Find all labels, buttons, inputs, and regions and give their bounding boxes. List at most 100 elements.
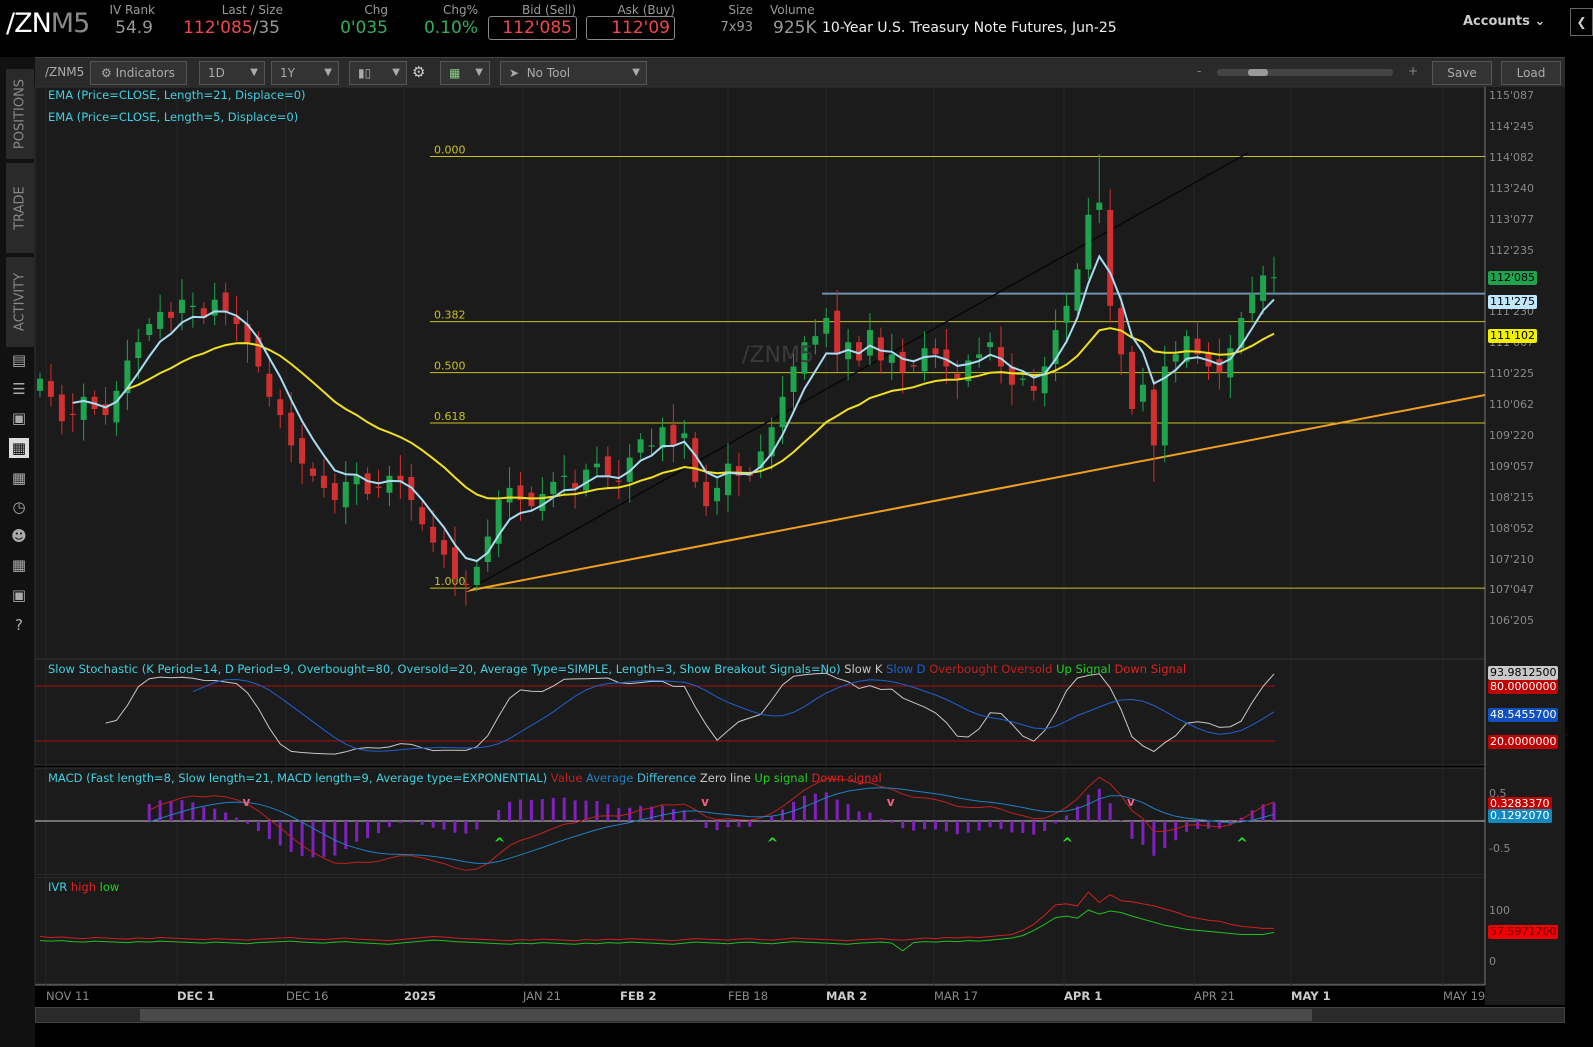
stochastic-legend-item: Up Signal	[1052, 662, 1111, 676]
macd-legend-item: Difference	[633, 771, 697, 785]
candle-up	[113, 390, 120, 423]
candle-up	[1063, 305, 1070, 323]
candle-down	[364, 473, 371, 494]
candle-up	[714, 487, 721, 502]
price-axis-label: 109'220	[1489, 428, 1535, 442]
candle-down	[932, 348, 939, 355]
date-axis-label: NOV 11	[46, 989, 90, 1003]
scrollbar-thumb[interactable]	[140, 1009, 1312, 1021]
candle-up	[1139, 384, 1146, 402]
candle-down	[1129, 351, 1136, 410]
ema21-tag: 111'102	[1488, 329, 1538, 343]
date-axis-label: JAN 21	[523, 989, 561, 1003]
down-signal-icon: v	[887, 795, 895, 809]
candle-down	[899, 351, 906, 373]
horizontal-scrollbar[interactable]	[35, 1007, 1565, 1023]
candle-up	[386, 475, 393, 493]
candle-down	[451, 547, 458, 579]
candle-up	[146, 324, 153, 335]
stochastic-legend-item: Slow D	[882, 662, 926, 676]
candle-down	[310, 468, 317, 476]
candle-down	[1008, 366, 1015, 385]
down-signal-icon: v	[242, 795, 250, 809]
price-axis-label: 107'047	[1489, 583, 1535, 597]
candle-up	[1019, 378, 1026, 380]
ivr-axis-label: 100	[1489, 904, 1510, 917]
candle-down	[168, 311, 175, 318]
candle-down	[69, 413, 76, 416]
macd-legend-item: Average	[582, 771, 634, 785]
macd-legend-item: Zero line	[696, 771, 751, 785]
candle-down	[1216, 359, 1223, 373]
candle-up	[724, 463, 731, 496]
candle-up	[681, 433, 688, 439]
price-axis-label: 108'052	[1489, 521, 1535, 535]
candle-down	[834, 310, 841, 355]
candle-down	[375, 486, 382, 488]
candle-down	[331, 483, 338, 501]
price-axis-label: 107'210	[1489, 552, 1535, 566]
candle-up	[189, 305, 196, 308]
up-signal-icon: ^	[494, 836, 506, 852]
fib-label: 0.500	[434, 360, 466, 373]
candle-down	[419, 507, 426, 525]
pane-ivr	[34, 876, 1486, 985]
candle-up	[550, 481, 557, 494]
price-axis-label: 106'205	[1489, 614, 1535, 628]
candle-down	[1150, 389, 1157, 446]
candle-down	[58, 394, 65, 422]
price-axis-label: 114'245	[1489, 119, 1535, 133]
slow-d-tag: 48.5455700	[1488, 708, 1559, 722]
candle-up	[659, 427, 666, 448]
date-axis-label: DEC 16	[286, 989, 329, 1003]
oversold-tag: 20.0000000	[1488, 735, 1559, 749]
ema21-legend: EMA (Price=CLOSE, Length=21, Displace=0)	[48, 88, 306, 102]
candle-down	[1107, 209, 1114, 306]
down-signal-icon: v	[1127, 795, 1135, 809]
stochastic-legend: Slow Stochastic (K Period=14, D Period=9…	[48, 662, 1186, 676]
candle-up	[779, 396, 786, 428]
candle-down	[1030, 385, 1037, 391]
macd-legend-item: Down signal	[807, 771, 882, 785]
ivr-legend-item: high	[67, 880, 96, 894]
up-signal-icon: ^	[1236, 836, 1248, 852]
ivr-legend-item: low	[95, 880, 120, 894]
fib-label: 0.382	[434, 309, 466, 322]
candle-up	[921, 348, 928, 372]
candle-up	[1096, 202, 1103, 210]
candle-up	[648, 445, 655, 447]
candle-down	[604, 456, 611, 476]
up-signal-icon: ^	[767, 836, 779, 852]
price-axis-label: 113'077	[1489, 212, 1535, 226]
candle-down	[266, 373, 273, 397]
candle-down	[954, 373, 961, 379]
ivr-axis-label: 0	[1489, 955, 1496, 968]
candle-up	[178, 299, 185, 314]
candle-up	[866, 330, 873, 356]
date-axis-label: DEC 1	[177, 989, 215, 1003]
candle-down	[615, 480, 622, 482]
date-axis-label: MAY 1	[1291, 989, 1331, 1003]
candle-up	[1271, 277, 1277, 279]
date-axis-label: APR 21	[1194, 989, 1236, 1003]
candle-up	[583, 469, 590, 491]
fib-label: 1.000	[434, 575, 466, 588]
candle-down	[462, 583, 469, 586]
candle-down	[277, 399, 284, 416]
fib-label: 0.000	[434, 143, 466, 156]
date-axis-label: MAR 17	[934, 989, 979, 1003]
candle-up	[561, 475, 568, 477]
stochastic-legend-item: Overbought	[925, 662, 998, 676]
macd-legend-item: Up signal	[750, 771, 808, 785]
candle-up	[1085, 214, 1092, 270]
date-axis-label: FEB 18	[728, 989, 769, 1003]
candle-up	[637, 439, 644, 453]
price-axis-label: 110'225	[1489, 367, 1535, 381]
candle-up	[135, 342, 142, 359]
candle-up	[506, 487, 513, 503]
chart-canvas[interactable]: 0.000 0.382 0.500 0.618 1.000 v ^ v ^ v ^ v ^	[0, 0, 1593, 1047]
candle-down	[299, 438, 306, 464]
watermark: /ZNM5	[742, 343, 814, 368]
date-axis-label: MAY 19	[1443, 989, 1486, 1003]
candle-down	[670, 424, 677, 446]
